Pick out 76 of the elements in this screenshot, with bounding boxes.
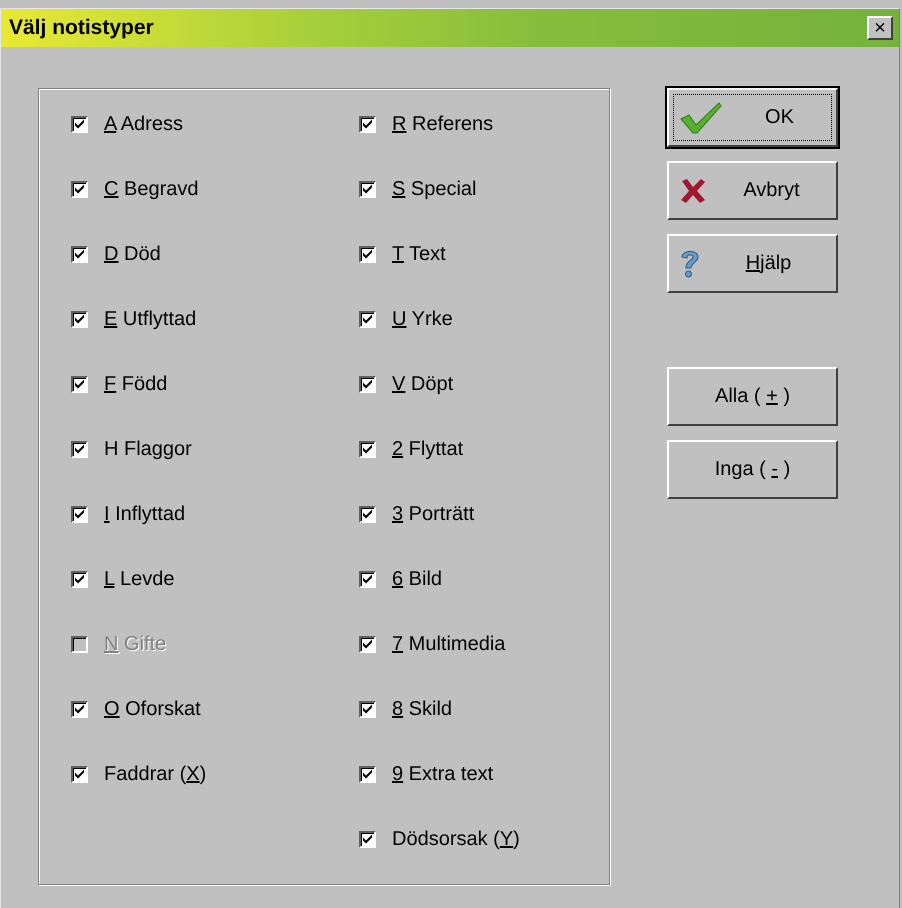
checkbox[interactable] [359,506,376,522]
checkbox-label[interactable]: V Döpt [392,372,454,396]
checkbox[interactable] [71,506,88,522]
checkbox-label[interactable]: F Född [104,372,168,396]
checkbox-label[interactable]: R Referens [392,112,494,136]
check-icon [362,314,373,324]
checkbox[interactable] [71,246,88,262]
checkbox[interactable] [359,376,376,392]
checkbox-label[interactable]: 3 Porträtt [392,502,474,526]
close-icon [679,178,707,204]
checkbox[interactable] [71,310,88,328]
check-icon [362,639,373,649]
check-icon [362,444,373,454]
checkbox[interactable] [359,116,376,132]
check-icon [74,574,85,584]
checkbox-label[interactable]: S Special [392,178,476,200]
check-icon [362,119,373,129]
check-icon [362,834,373,844]
checkbox-label[interactable]: H Flaggor [104,438,192,460]
checkbox-label[interactable]: I Inflyttad [104,502,186,526]
checkbox[interactable] [71,440,88,458]
checkbox[interactable] [359,700,376,718]
checkbox-label[interactable]: O Oforskat [104,698,201,720]
check-icon [74,314,85,324]
checkbox-label[interactable]: E Utflyttad [104,308,196,330]
check-icon [74,249,85,259]
checkbox[interactable] [71,116,88,132]
checkbox-label[interactable]: Dödsorsak (Y) [392,828,520,850]
checkbox-label[interactable]: 8 Skild [392,698,452,720]
action-button[interactable]: Inga ( - ) [667,440,838,499]
check-icon [74,119,85,129]
checkbox-label[interactable]: D Död [104,242,161,266]
help-icon [679,248,701,278]
checkbox[interactable] [359,636,376,652]
check-icon [362,509,373,519]
checkbox[interactable] [71,376,88,392]
checkbox[interactable] [71,766,88,782]
checkbox-label[interactable]: 6 Bild [392,568,442,590]
action-button[interactable]: Alla ( + ) [667,367,838,426]
checkbox-label[interactable]: Faddrar (X) [104,762,206,786]
checkmark-icon [679,100,723,134]
check-icon [362,574,373,584]
checkbox[interactable] [359,440,376,458]
checkbox-label[interactable]: 2 Flyttat [392,438,464,460]
check-icon [74,379,85,389]
checkbox[interactable] [71,700,88,718]
check-icon [362,379,373,389]
window-title: Välj notistyper [9,16,154,40]
checkbox-label[interactable]: 7 Multimedia [392,632,506,656]
checkbox-label[interactable]: L Levde [104,568,174,590]
ok-button[interactable]: OK [667,88,838,147]
check-icon [74,509,85,519]
checkbox[interactable] [359,830,376,848]
checkbox[interactable] [359,766,376,782]
check-icon [362,704,373,714]
checkbox[interactable] [71,180,88,198]
checkbox-label[interactable]: U Yrke [392,308,453,330]
check-icon [362,249,373,259]
check-icon [362,184,373,194]
check-icon [74,769,85,779]
check-icon [74,444,85,454]
check-icon [74,704,85,714]
cancel-button[interactable]: Avbryt [667,161,838,220]
checkbox[interactable] [359,180,376,198]
checkbox-label[interactable]: 9 Extra text [392,762,494,786]
checkbox[interactable] [359,310,376,328]
check-icon [74,184,85,194]
checkbox[interactable] [359,246,376,262]
checkbox[interactable] [359,570,376,588]
checkbox-label[interactable]: C Begravd [104,178,199,200]
close-button[interactable]: × [867,16,893,40]
check-icon [362,769,373,779]
help-button[interactable]: Hjälp [667,234,838,293]
checkbox-label[interactable]: T Text [392,242,446,266]
checkbox-label[interactable]: A Adress [104,112,183,136]
checkbox[interactable] [71,570,88,588]
